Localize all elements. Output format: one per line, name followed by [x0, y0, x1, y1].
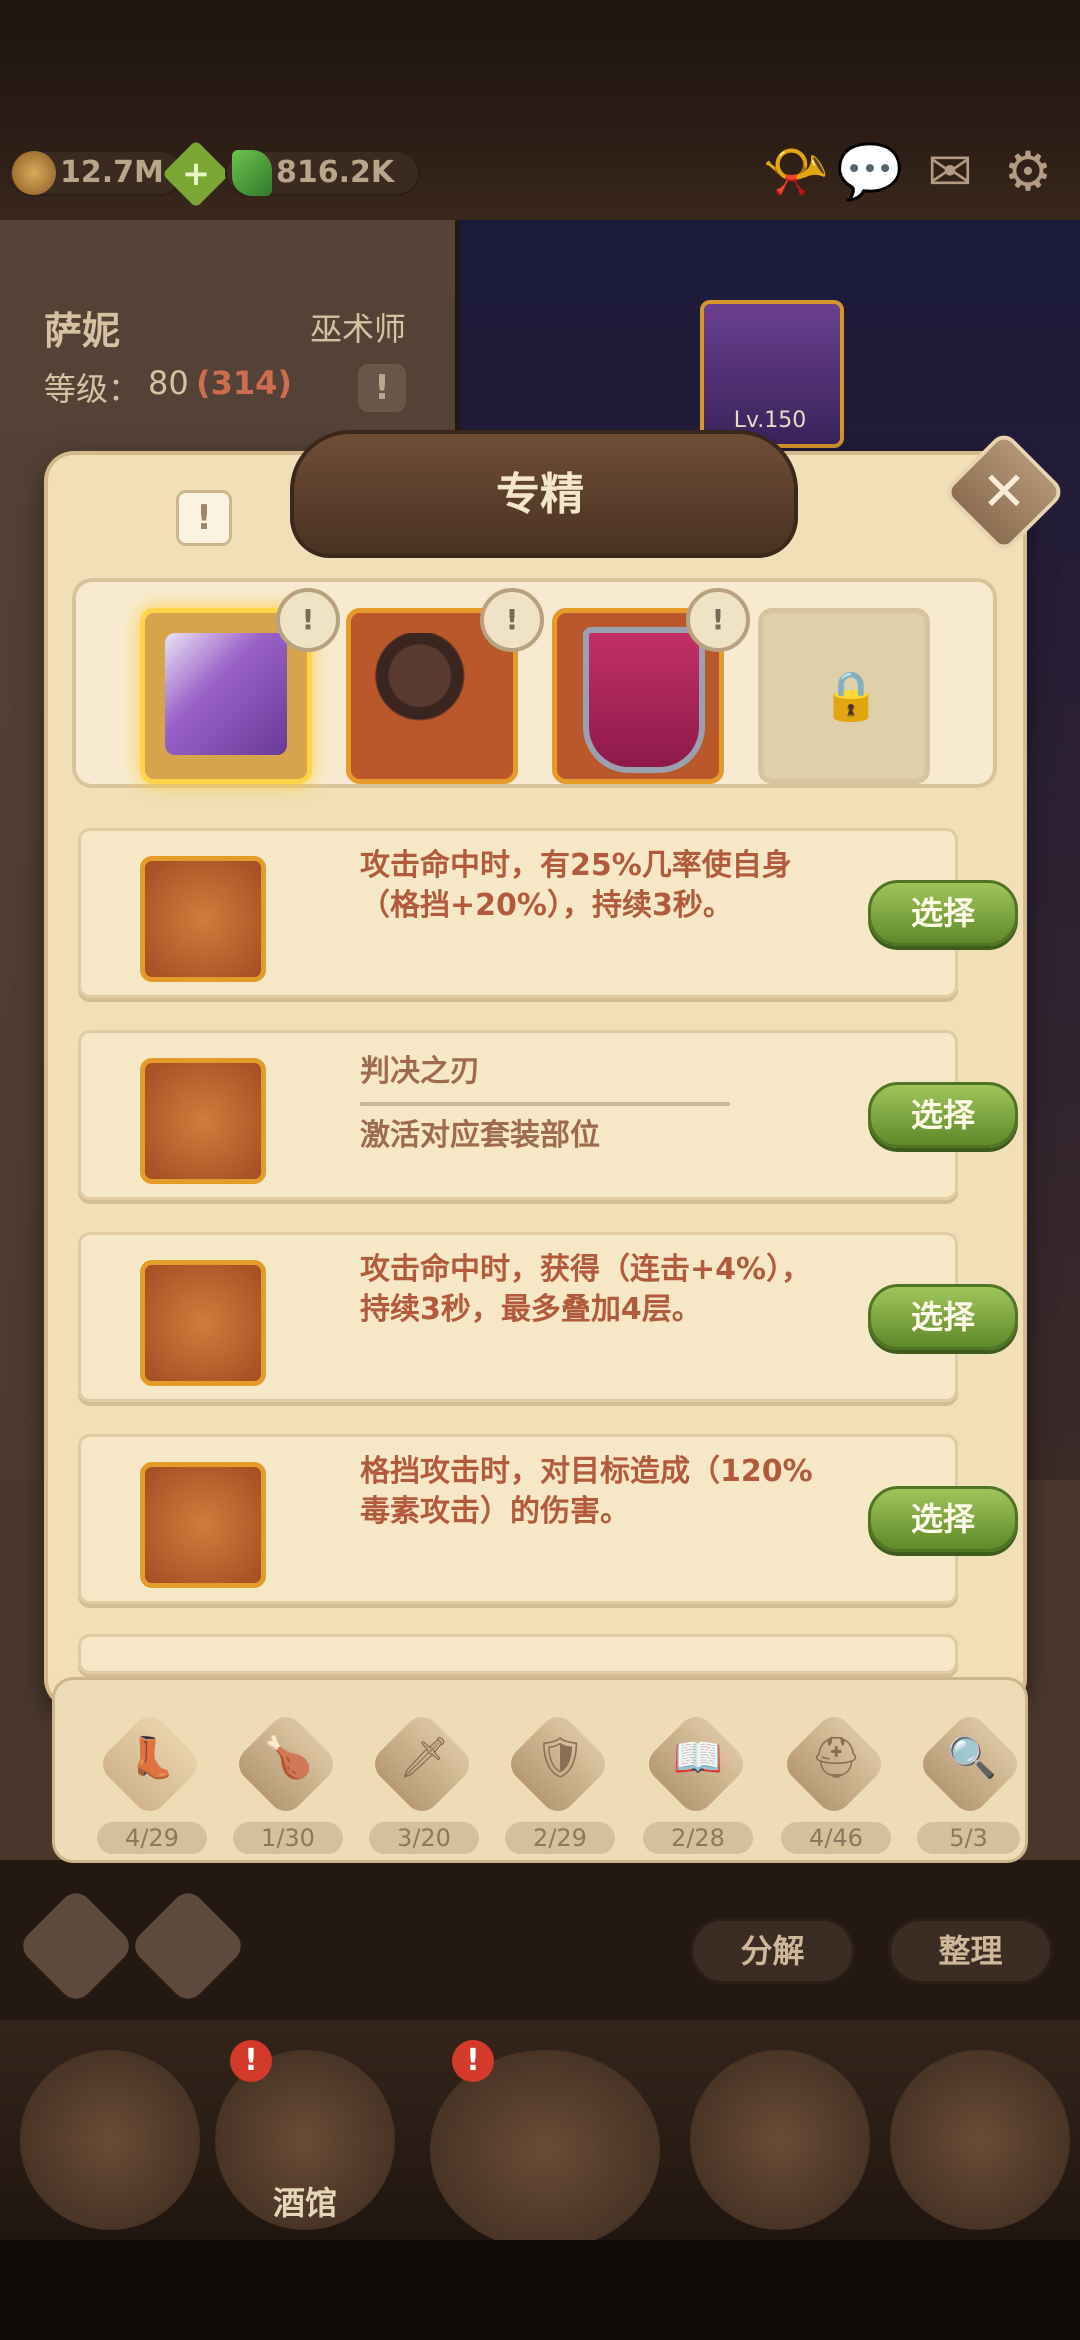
shield-x-icon: 🛡 [534, 1735, 586, 1781]
option-row-4: 格挡攻击时，对目标造成（120%毒素攻击）的伤害。 选择 [78, 1434, 1018, 1604]
category-drumstick-count: 1/30 [233, 1822, 343, 1854]
category-boot[interactable]: 👢 [95, 1709, 205, 1819]
mace-sword-icon [140, 1462, 266, 1588]
nav-forge[interactable] [890, 2050, 1070, 2230]
horn-icon[interactable]: 📯 [762, 140, 829, 204]
option-3-select-button[interactable]: 选择 [868, 1284, 1018, 1350]
hero-class: 巫术师 [310, 310, 407, 348]
option-row-2: 判决之刃 激活对应套装部位 选择 [78, 1030, 1018, 1200]
option-row-3: 攻击命中时，获得（连击+4%），持续3秒，最多叠加4层。 选择 [78, 1232, 1018, 1402]
slot-cloak-badge[interactable]: ! [276, 588, 340, 652]
purple-sword-icon [140, 1260, 266, 1386]
boot-icon: 👢 [127, 1735, 177, 1781]
hero-level-label: 等级： [44, 370, 141, 408]
category-magnifier-count: 5/3 [917, 1822, 1020, 1854]
category-drumstick[interactable]: 🍗 [231, 1709, 341, 1819]
red-hilt-sword-icon [140, 1058, 266, 1184]
staff-icon [371, 633, 493, 755]
category-magnifier[interactable]: 🔍 [922, 1716, 1020, 1816]
category-book-count: 2/28 [643, 1822, 753, 1854]
chat-icon[interactable]: 💬 [836, 140, 903, 204]
option-row-1: 攻击命中时，有25%几率使自身（格挡+20%），持续3秒。 选择 [78, 828, 1018, 998]
green-gem-icon [232, 150, 272, 196]
option-2-name: 判决之刃 [360, 1054, 480, 1089]
slot-staff-badge[interactable]: ! [480, 588, 544, 652]
magnifier-icon: 🔍 [947, 1735, 997, 1781]
sword-icon [140, 856, 266, 982]
option-2-sub: 激活对应套装部位 [360, 1118, 600, 1153]
gold-coin-icon [12, 151, 56, 195]
lock-icon: 🔒 [821, 668, 881, 724]
option-1-text: 攻击命中时，有25%几率使自身（格挡+20%），持续3秒。 [360, 848, 792, 923]
helm-filter-button[interactable] [128, 1886, 248, 2006]
rose-shield-icon [583, 627, 705, 773]
option-4-select-button[interactable]: 选择 [868, 1486, 1018, 1552]
option-4-text: 格挡攻击时，对目标造成（120%毒素攻击）的伤害。 [360, 1454, 813, 1529]
option-row-5-partial [78, 1634, 958, 1674]
option-2-divider [360, 1102, 730, 1106]
modal-info-button[interactable]: ! [176, 490, 232, 546]
option-3-text: 攻击命中时，获得（连击+4%），持续3秒，最多叠加4层。 [360, 1252, 812, 1327]
hero-info-button[interactable]: ! [358, 364, 406, 412]
hero-name: 萨妮 [44, 309, 121, 353]
book-icon: 📖 [673, 1735, 723, 1781]
drumstick-icon: 🍗 [263, 1735, 313, 1781]
system-nav-strip [0, 2240, 1080, 2340]
sword-icon: 🗡 [398, 1735, 450, 1781]
hero-level: 80 [148, 364, 189, 402]
category-helmet[interactable]: ⛑ [779, 1709, 889, 1819]
category-sword[interactable]: 🗡 [367, 1709, 477, 1819]
option-2-select-button[interactable]: 选择 [868, 1082, 1018, 1148]
close-icon[interactable]: ✕ [960, 448, 1048, 536]
hero-level-bonus: (314) [196, 364, 293, 402]
category-book[interactable]: 📖 [641, 1709, 751, 1819]
category-boot-count: 4/29 [97, 1822, 207, 1854]
modal-title: 专精 [496, 469, 584, 520]
slot-locked: 🔒 [758, 608, 930, 784]
category-helmet-count: 4/46 [781, 1822, 891, 1854]
decompose-button[interactable]: 分解 [690, 1918, 855, 1984]
nav-tavern-badge: ! [230, 2040, 272, 2082]
cloak-icon [165, 633, 287, 755]
category-sword-count: 3/20 [369, 1822, 479, 1854]
category-shield-count: 2/29 [505, 1822, 615, 1854]
organize-button[interactable]: 整理 [888, 1918, 1053, 1984]
mail-icon[interactable]: ✉ [918, 140, 982, 204]
plus-gem-icon[interactable]: + [162, 140, 230, 208]
option-1-select-button[interactable]: 选择 [868, 880, 1018, 946]
nav-guild[interactable] [690, 2050, 870, 2230]
armor-filter-button[interactable] [16, 1886, 136, 2006]
nav-home[interactable] [20, 2050, 200, 2230]
category-shield[interactable]: 🛡 [503, 1709, 613, 1819]
slot-shield-badge[interactable]: ! [686, 588, 750, 652]
helmet-icon: ⛑ [810, 1735, 862, 1781]
nav-tavern-label: 酒馆 [272, 2184, 337, 2222]
settings-icon[interactable]: ⚙ [996, 140, 1060, 204]
nav-adventure-badge: ! [452, 2040, 494, 2082]
gem-amount: 816.2K [276, 155, 395, 190]
gold-amount: 12.7M [60, 155, 164, 190]
